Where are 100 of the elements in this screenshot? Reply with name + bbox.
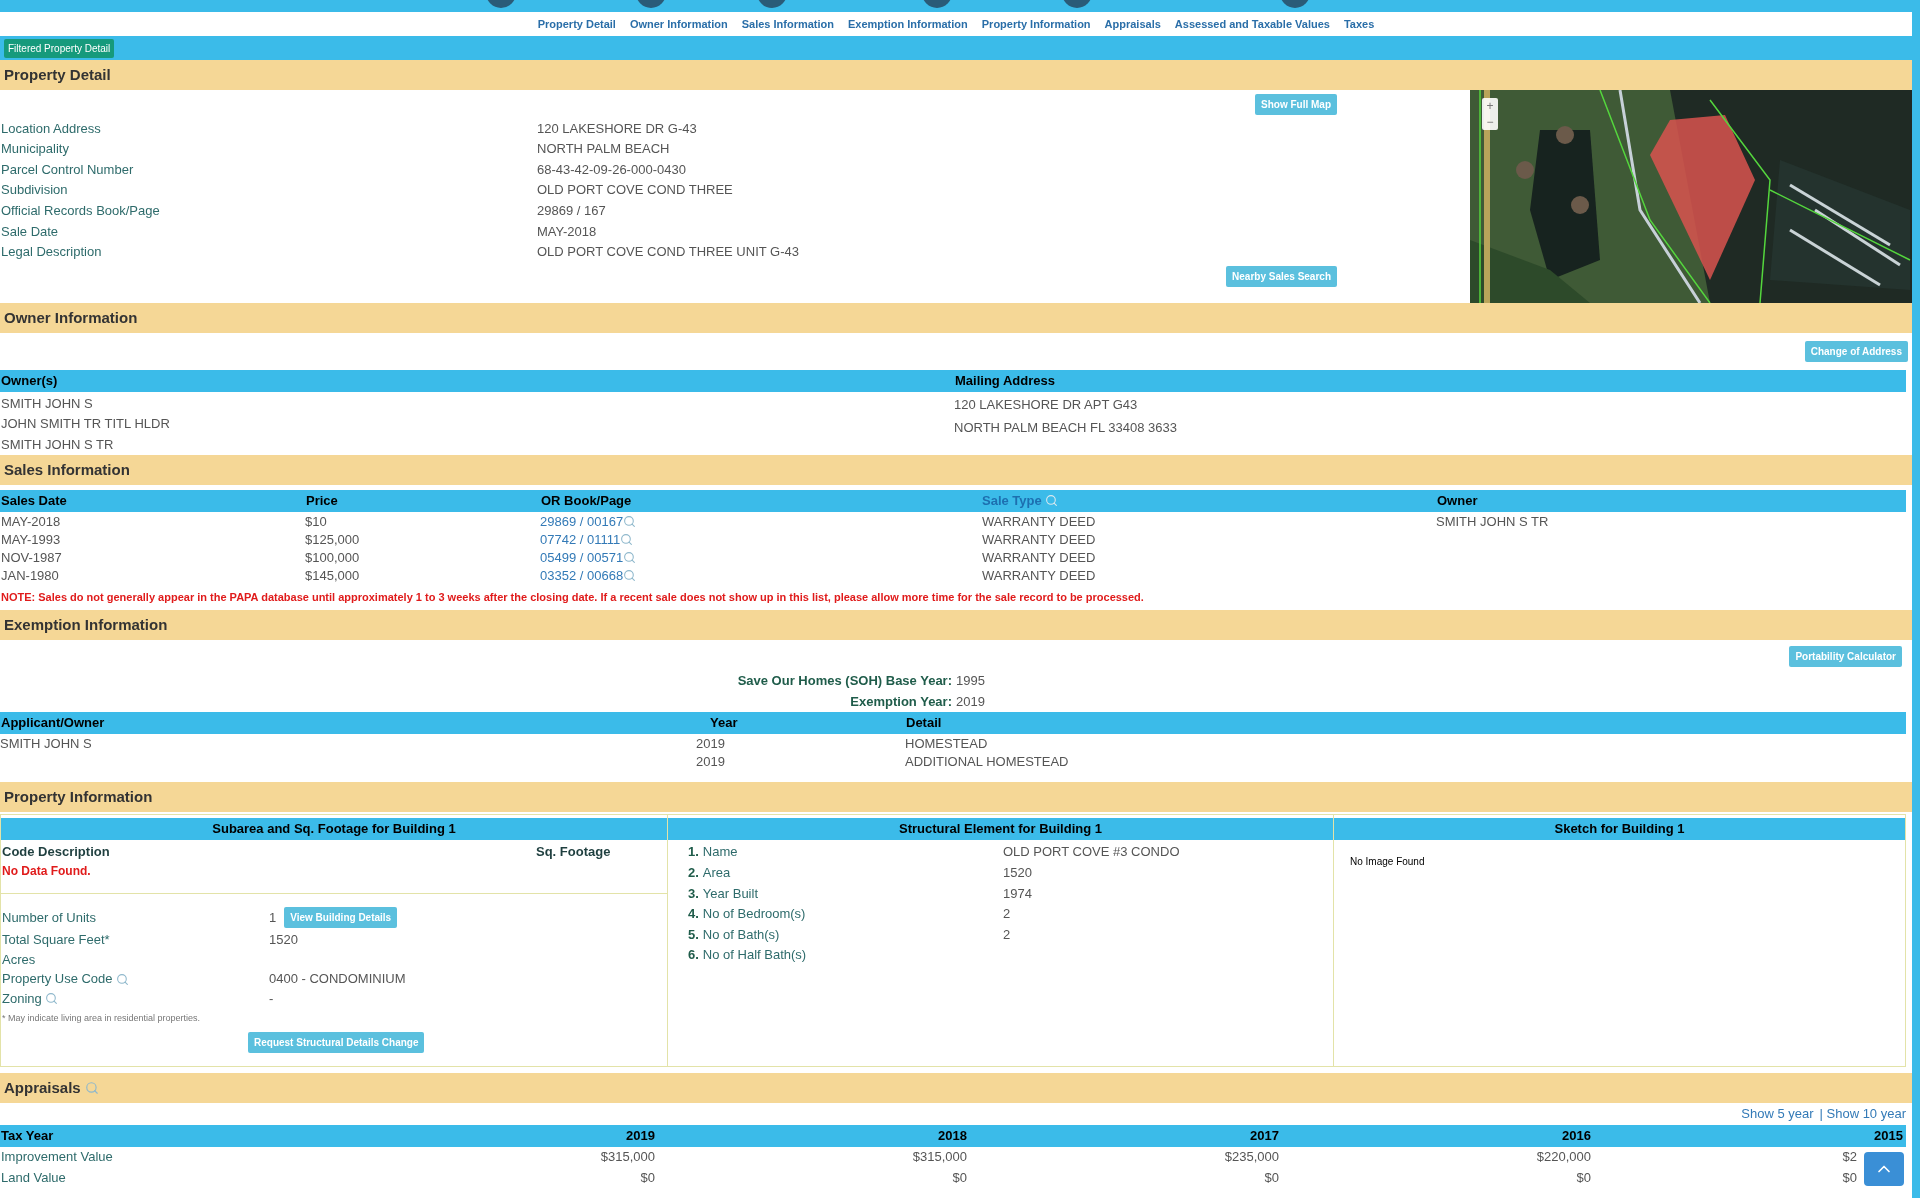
- field-label: Location Address: [1, 119, 102, 138]
- book-page-link[interactable]: 07742 / 01111: [540, 529, 634, 550]
- field-label: Official Records Book/Page: [1, 201, 161, 220]
- book-page-link[interactable]: 29869 / 00167: [540, 511, 637, 532]
- table-cell-text: $0: [1576, 1168, 1591, 1187]
- table-cell-text: WARRANTY DEED: [982, 548, 1097, 567]
- row-label: Land Value: [0, 1168, 67, 1187]
- table-cell-text: $220,000: [1536, 1148, 1591, 1167]
- year-range-link[interactable]: | Show 10 year: [1819, 1104, 1906, 1124]
- zoom-out-button[interactable]: −: [1482, 114, 1498, 130]
- field-value: 1974: [1003, 884, 1033, 903]
- section-title: Exemption Information: [4, 614, 168, 635]
- no-image-message: No Image Found: [1349, 854, 1425, 869]
- column-header: Code Description: [1, 842, 111, 861]
- column-header: 2019: [625, 1127, 655, 1146]
- field-value: 0400 - CONDOMINIUM: [269, 970, 406, 989]
- table-cell-text: 2019: [696, 752, 726, 771]
- item-number: 5.: [688, 925, 699, 944]
- column-header: Mailing Address: [954, 372, 1056, 391]
- field-label: No of Bath(s): [702, 925, 780, 944]
- table-cell-text: $2: [1842, 1148, 1857, 1167]
- book-page-link[interactable]: 03352 / 00668: [540, 565, 637, 586]
- column-header: Year: [709, 714, 739, 733]
- nav-link[interactable]: Assessed and Taxable Values: [1174, 15, 1330, 33]
- summary-value: 2019: [955, 692, 986, 711]
- panel-title: Structural Element for Building 1: [899, 820, 1102, 839]
- table-cell-text: $0: [1842, 1168, 1857, 1187]
- nav-link[interactable]: Owner Information: [629, 15, 728, 33]
- nav-link[interactable]: Sales Information: [741, 15, 834, 33]
- column-header: Tax Year: [0, 1127, 55, 1146]
- summary-label: Save Our Homes (SOH) Base Year:: [736, 671, 952, 690]
- item-number: 4.: [688, 905, 699, 924]
- search-icon[interactable]: [115, 972, 129, 986]
- row-label: Improvement Value: [0, 1148, 114, 1167]
- table-cell-text: MAY-2018: [0, 512, 62, 531]
- book-page-link[interactable]: 05499 / 00571: [540, 547, 637, 568]
- search-icon: [623, 551, 637, 565]
- field-label: Legal Description: [1, 243, 103, 262]
- nav-link[interactable]: Taxes: [1343, 15, 1375, 33]
- table-cell-text: JAN-1980: [0, 566, 60, 585]
- table-cell-text: $125,000: [305, 530, 361, 549]
- zoom-in-button[interactable]: +: [1482, 98, 1498, 114]
- field-value: 2: [1003, 925, 1012, 944]
- column-header: Sales Date: [0, 492, 68, 511]
- summary-label: Exemption Year:: [849, 692, 952, 711]
- table-cell-text: WARRANTY DEED: [982, 512, 1097, 531]
- field-value: 29869 / 167: [537, 201, 607, 220]
- scroll-to-top-button[interactable]: [1864, 1152, 1904, 1186]
- field-value: 1: [269, 908, 277, 927]
- search-icon[interactable]: [44, 992, 58, 1006]
- field-value: 68-43-42-09-26-000-0430: [537, 160, 687, 179]
- field-label: Year Built: [702, 884, 758, 903]
- field-label: Parcel Control Number: [1, 160, 135, 179]
- table-cell-text: $145,000: [305, 566, 361, 585]
- field-label: Municipality: [1, 140, 70, 159]
- table-cell-text: $0: [1264, 1168, 1279, 1187]
- panel-title: Sketch for Building 1: [1554, 820, 1685, 839]
- mailing-address-line: 120 LAKESHORE DR APT G43: [954, 395, 1139, 414]
- column-header: 2016: [1561, 1127, 1591, 1146]
- table-cell-text: 2019: [696, 734, 726, 753]
- column-header: Applicant/Owner: [0, 714, 106, 733]
- column-header: OR Book/Page: [540, 492, 633, 511]
- item-number: 1.: [688, 843, 699, 862]
- table-cell-text: MAY-1993: [0, 530, 62, 549]
- table-cell-text: SMITH JOHN S TR: [1436, 512, 1550, 531]
- year-range-link[interactable]: Show 5 year: [1741, 1104, 1814, 1124]
- column-header: Owner: [1436, 492, 1479, 511]
- section-title: Sales Information: [4, 459, 130, 480]
- nav-link[interactable]: Property Detail: [537, 15, 616, 33]
- column-header: Owner(s): [0, 372, 59, 391]
- field-value: OLD PORT COVE COND THREE UNIT G-43: [537, 243, 800, 262]
- field-value: 2: [1003, 905, 1012, 924]
- nav-link[interactable]: Property Information: [981, 15, 1091, 33]
- nav-link[interactable]: Exemption Information: [848, 15, 968, 33]
- filter-badge[interactable]: Filtered Property Detail: [4, 38, 115, 58]
- sales-note: NOTE: Sales do not generally appear in the PAPA database until approximately 1 to 3 weeks after the closing date. If a recent sale does not show up in this list, please allow more time for the sale record to be processed.: [0, 589, 1144, 605]
- table-cell-text: $315,000: [912, 1148, 967, 1167]
- search-icon: [623, 515, 637, 529]
- table-cell-text: NOV-1987: [0, 548, 63, 567]
- item-number: 6.: [688, 946, 699, 965]
- item-number: 2.: [688, 863, 699, 882]
- mailing-address-line: NORTH PALM BEACH FL 33408 3633: [954, 418, 1179, 437]
- field-label: Zoning: [2, 989, 42, 1008]
- column-header: Sq. Footage: [536, 842, 612, 861]
- table-cell-text: $315,000: [600, 1148, 655, 1167]
- table-cell-text: ADDITIONAL HOMESTEAD: [905, 752, 1070, 771]
- nav-link[interactable]: Appraisals: [1104, 15, 1161, 33]
- field-label: Total Square Feet*: [2, 931, 110, 950]
- field-label: Sale Date: [1, 222, 60, 241]
- column-header: 2015: [1873, 1127, 1903, 1146]
- table-cell-text: $235,000: [1224, 1148, 1279, 1167]
- owner-name: SMITH JOHN S TR: [0, 435, 115, 454]
- table-cell-text: $100,000: [305, 548, 361, 567]
- field-value: 1520: [269, 931, 298, 950]
- table-cell-text: HOMESTEAD: [905, 734, 989, 753]
- field-label: Property Use Code: [2, 970, 113, 989]
- no-data-message: No Data Found.: [1, 863, 91, 881]
- column-header: 2018: [937, 1127, 967, 1146]
- owner-name: JOHN SMITH TR TITL HLDR: [0, 415, 171, 434]
- search-icon: [620, 533, 634, 547]
